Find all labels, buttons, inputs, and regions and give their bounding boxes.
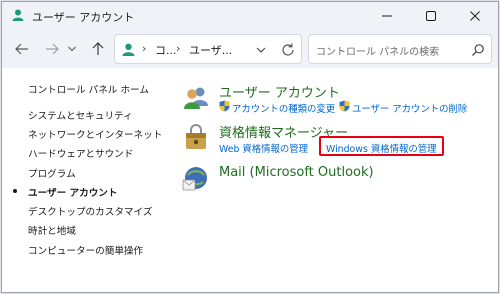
highlight-box [319, 136, 444, 156]
mail-icon[interactable] [182, 164, 210, 192]
refresh-icon[interactable] [280, 42, 296, 58]
title-bar[interactable]: ユーザー アカウント [2, 2, 498, 30]
main-content: ユーザー アカウント アカウントの種類の変更 ユーザー アカウントの削除 資格情… [167, 68, 498, 292]
user-accounts-icon [122, 43, 135, 56]
category-title-mail[interactable]: Mail (Microsoft Outlook) [219, 165, 374, 180]
search-box[interactable]: コントロール パネルの検索 [308, 34, 492, 64]
close-button[interactable] [453, 2, 497, 30]
breadcrumb-separator-icon[interactable]: › [142, 42, 146, 55]
chevron-down-icon[interactable] [254, 43, 268, 57]
search-icon[interactable] [471, 43, 485, 57]
minimize-icon [382, 15, 392, 17]
sidebar-item-user-accounts[interactable]: ユーザー アカウント [28, 185, 118, 199]
window-title: ユーザー アカウント [32, 11, 135, 24]
credential-manager-icon[interactable] [182, 124, 210, 152]
user-accounts-icon[interactable] [182, 84, 210, 112]
breadcrumb-separator-icon[interactable]: › [176, 42, 180, 55]
up-button[interactable] [87, 38, 109, 60]
forward-button[interactable] [41, 38, 63, 60]
search-placeholder: コントロール パネルの検索 [316, 47, 440, 58]
sidebar-item-system-security[interactable]: システムとセキュリティ [28, 108, 133, 122]
uac-shield-icon [219, 100, 230, 112]
sidebar-item-appearance[interactable]: デスクトップのカスタマイズ [28, 204, 152, 218]
chevron-down-icon [68, 46, 76, 52]
close-icon [470, 11, 480, 21]
maximize-icon [426, 11, 436, 21]
breadcrumb-control-panel[interactable]: コ... [155, 42, 177, 58]
link-change-account-type[interactable]: アカウントの種類の変更 [232, 101, 335, 115]
sidebar-item-hardware-sound[interactable]: ハードウェアとサウンド [28, 146, 133, 160]
breadcrumb-user-accounts[interactable]: ユーザ... [189, 42, 232, 58]
sidebar-item-programs[interactable]: プログラム [28, 166, 76, 180]
current-item-bullet-icon [13, 189, 17, 193]
maximize-button[interactable] [409, 2, 453, 30]
uac-shield-icon [339, 100, 350, 112]
sidebar-item-network-internet[interactable]: ネットワークとインターネット [28, 127, 162, 141]
sidebar-item-ease-of-access[interactable]: コンピューターの簡単操作 [28, 243, 143, 257]
address-bar[interactable]: › コ... › ユーザ... [114, 34, 302, 64]
sidebar-item-clock-region[interactable]: 時計と地域 [28, 223, 76, 237]
sidebar: コントロール パネル ホーム システムとセキュリティ ネットワークとインターネッ… [2, 68, 167, 292]
recent-locations-button[interactable] [64, 38, 80, 60]
sidebar-item-control-panel-home[interactable]: コントロール パネル ホーム [28, 82, 149, 96]
arrow-right-icon [46, 43, 59, 55]
link-delete-user-account[interactable]: ユーザー アカウントの削除 [352, 101, 467, 115]
minimize-button[interactable] [365, 2, 409, 30]
link-manage-web-credentials[interactable]: Web 資格情報の管理 [219, 141, 308, 155]
arrow-left-icon [15, 43, 28, 55]
arrow-up-icon [92, 42, 104, 55]
navigation-bar: › コ... › ユーザ... コントロール パネルの検索 [2, 30, 498, 68]
category-title-user-accounts[interactable]: ユーザー アカウント [219, 82, 340, 101]
user-accounts-icon [12, 9, 24, 21]
control-panel-window: ユーザー アカウント › コ... › ユーザ... コントロール パネルの検索… [1, 1, 499, 293]
back-button[interactable] [11, 38, 33, 60]
